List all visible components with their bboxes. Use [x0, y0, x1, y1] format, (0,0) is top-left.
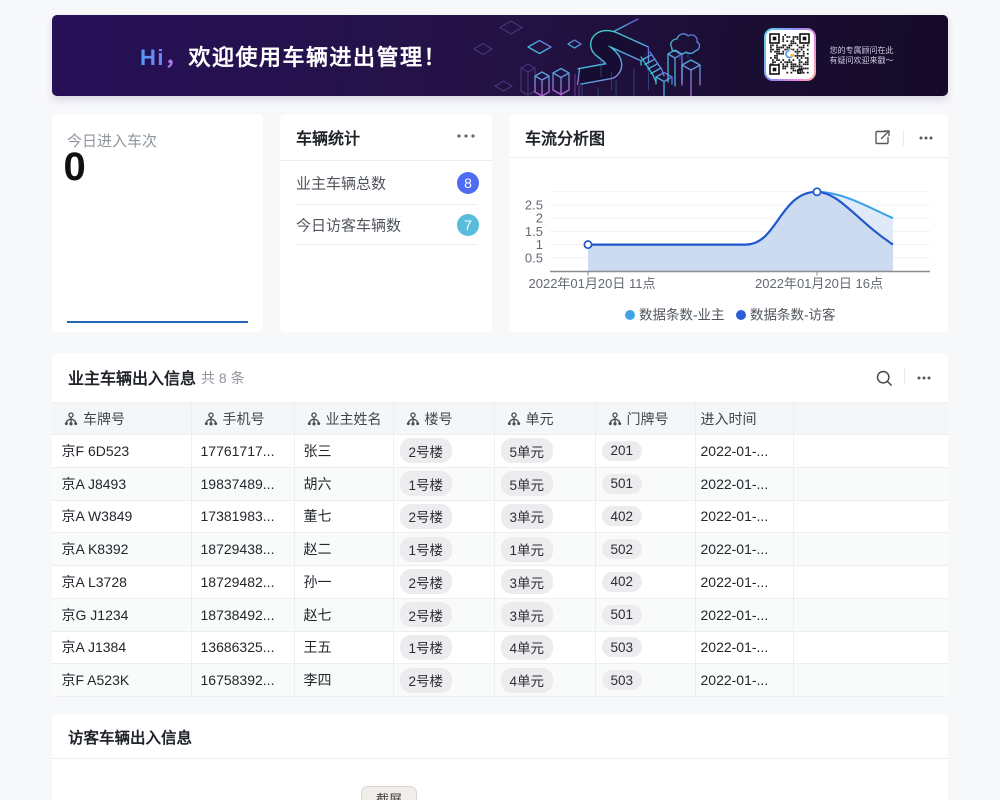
svg-text:+1: +1	[798, 70, 804, 75]
svg-text:2022年01月20日 11点: 2022年01月20日 11点	[529, 276, 656, 291]
svg-text:1.5: 1.5	[525, 224, 543, 239]
svg-text:0.5: 0.5	[525, 250, 543, 265]
svg-text:数据条数-业主: 数据条数-业主	[639, 307, 725, 323]
svg-text:2022年01月20日 16点: 2022年01月20日 16点	[755, 276, 883, 291]
svg-text:1: 1	[536, 237, 543, 252]
svg-text:2: 2	[536, 211, 543, 226]
svg-text:2.5: 2.5	[525, 198, 543, 213]
svg-text:数据条数-访客: 数据条数-访客	[750, 307, 836, 323]
